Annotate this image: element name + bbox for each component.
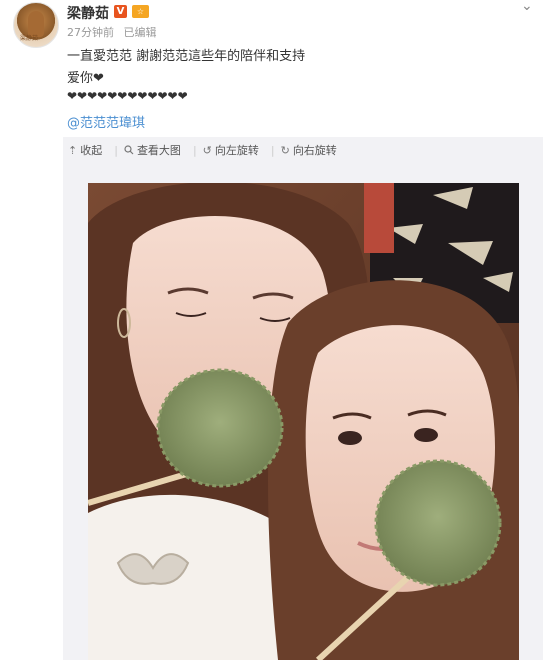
post-photo[interactable] [88,183,519,660]
post-text-line-2: 爱你❤ [67,71,104,86]
post-text-line-1: 一直愛范范 謝謝范范這些年的陪伴和支持 [67,49,306,64]
verified-badge-icon: V [114,5,127,18]
rotate-left-icon: ↺ [202,143,212,157]
avatar-caption: 梁静茹 [20,35,39,42]
author-name[interactable]: 梁静茹 [67,3,109,23]
collapse-label: 收起 [80,144,103,157]
photo-illustration [88,183,519,660]
collapse-button[interactable]: ⇡ 收起 [68,142,102,158]
post-time[interactable]: 27分钟前 [67,26,114,39]
post-header: 梁静茹 梁静茹 V ☆ ⌄ 27分钟前 已编辑 一直愛范范 謝謝范范這些年的陪伴… [0,0,543,132]
media-toolbar: ⇡ 收起 | 查看大图 | ↺ 向左旋转 | ↻ 向右旋转 [68,141,343,159]
rotate-right-label: 向右旋转 [292,144,337,157]
rotate-left-button[interactable]: ↺ 向左旋转 [203,142,259,158]
edited-label: 已编辑 [123,26,157,39]
chevron-down-icon[interactable]: ⌄ [521,0,533,14]
rotate-right-icon: ↻ [280,143,290,157]
mention-link[interactable]: @范范范瑋琪 [67,112,145,131]
view-large-label: 查看大图 [136,144,181,157]
rotate-right-button[interactable]: ↻ 向右旋转 [281,142,337,158]
toolbar-divider: | [114,143,118,157]
rotate-left-label: 向左旋转 [214,144,259,157]
toolbar-divider: | [192,143,197,157]
toolbar-divider: | [270,143,275,157]
post-text-line-3: ❤❤❤❤❤❤❤❤❤❤❤❤ [67,89,188,103]
avatar[interactable]: 梁静茹 [13,2,59,48]
magnifier-icon [124,145,134,155]
view-large-button[interactable]: 查看大图 [124,142,181,158]
member-badge-icon: ☆ [132,5,149,18]
collapse-up-icon: ⇡ [68,143,78,157]
post-meta: 27分钟前 已编辑 [67,24,163,40]
